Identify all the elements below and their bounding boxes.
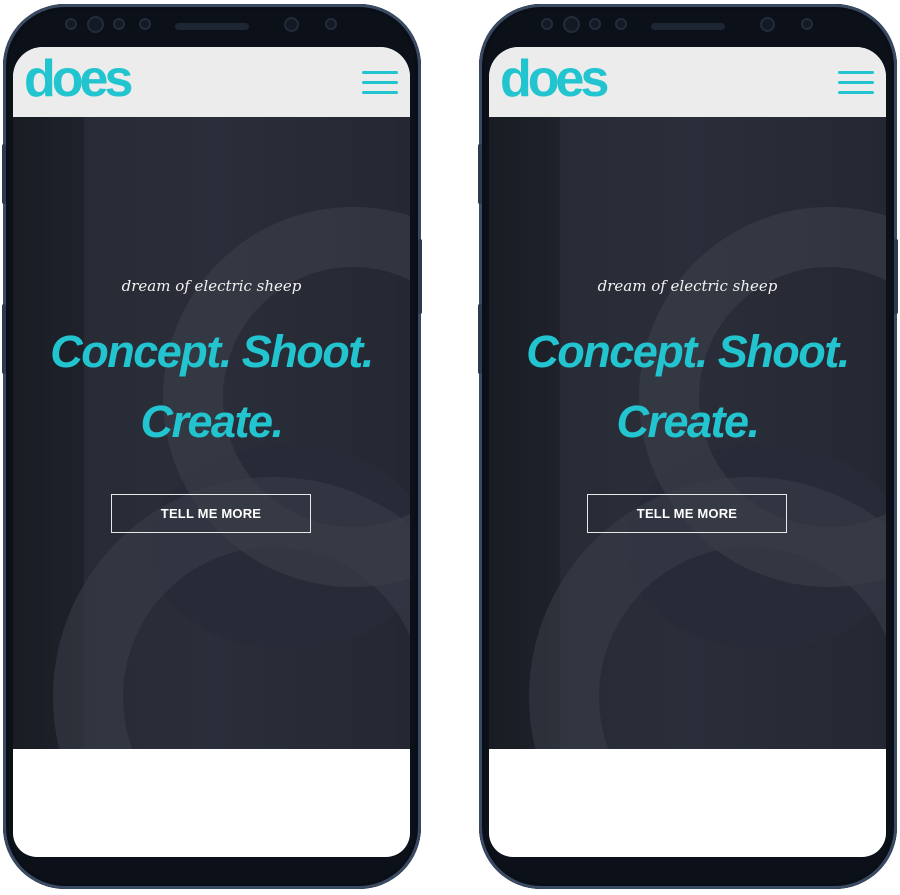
site-header: does xyxy=(13,47,410,117)
sensor-dot xyxy=(141,20,149,28)
hero-tagline: dream of electric sheep xyxy=(597,277,778,295)
phone-screen: does dream of electric sheep Concept. Sh… xyxy=(13,47,410,857)
headline-line-1: Concept. Shoot. xyxy=(50,326,374,377)
hero-section: dream of electric sheep Concept. Shoot. … xyxy=(489,117,886,749)
logo[interactable]: does xyxy=(500,53,609,105)
earpiece-speaker xyxy=(175,23,249,30)
sensor-dot xyxy=(115,20,123,28)
phone-mockup-left: does dream of electric sheep Concept. Sh… xyxy=(2,4,422,889)
front-camera xyxy=(762,19,773,30)
sensor-dot xyxy=(543,20,551,28)
front-camera xyxy=(286,19,297,30)
logo[interactable]: does xyxy=(24,53,133,105)
phone-mockup-right: does dream of electric sheep Concept. Sh… xyxy=(478,4,898,889)
sensor-dot xyxy=(327,20,335,28)
hamburger-menu-icon[interactable] xyxy=(838,69,874,97)
site-header: does xyxy=(489,47,886,117)
bixby-button xyxy=(2,304,6,374)
volume-button xyxy=(478,144,482,204)
iris-sensor xyxy=(89,18,102,31)
sensor-dot xyxy=(803,20,811,28)
earpiece-speaker xyxy=(651,23,725,30)
volume-button xyxy=(2,144,6,204)
iris-sensor xyxy=(565,18,578,31)
hero-tagline: dream of electric sheep xyxy=(121,277,302,295)
tell-me-more-button[interactable]: TELL ME MORE xyxy=(111,494,311,533)
headline-line-1: Concept. Shoot. xyxy=(526,326,850,377)
power-button xyxy=(418,239,422,314)
sensor-dot xyxy=(617,20,625,28)
hamburger-menu-icon[interactable] xyxy=(362,69,398,97)
headline-line-2: Create. xyxy=(616,396,760,447)
tell-me-more-button[interactable]: TELL ME MORE xyxy=(587,494,787,533)
hero-headline: Concept. Shoot. Create. xyxy=(489,317,886,457)
phone-screen: does dream of electric sheep Concept. Sh… xyxy=(489,47,886,857)
hero-headline: Concept. Shoot. Create. xyxy=(13,317,410,457)
power-button xyxy=(894,239,898,314)
sensor-dot xyxy=(67,20,75,28)
bixby-button xyxy=(478,304,482,374)
hero-section: dream of electric sheep Concept. Shoot. … xyxy=(13,117,410,749)
sensor-dot xyxy=(591,20,599,28)
headline-line-2: Create. xyxy=(140,396,284,447)
